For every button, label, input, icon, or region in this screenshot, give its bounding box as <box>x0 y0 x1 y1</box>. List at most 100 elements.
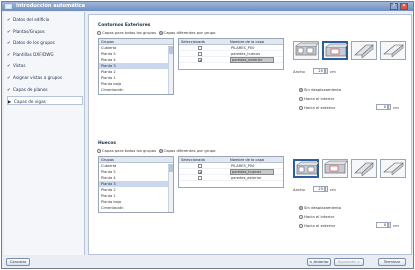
wall-with-openings-preview-icon[interactable] <box>293 41 319 60</box>
displacement-option-label: Hacia el exterior <box>304 105 336 110</box>
displacement-radio[interactable] <box>299 88 303 92</box>
cancel-button[interactable]: Cancelar <box>6 258 30 266</box>
displacement-radio[interactable] <box>299 224 303 228</box>
layer-select-checkbox[interactable]: ✔ <box>198 170 202 175</box>
sidebar-step-label: Capas de planos <box>13 86 48 92</box>
radio-diff-groups[interactable] <box>158 31 163 35</box>
scrollbar-thumb[interactable] <box>169 164 173 172</box>
sidebar-step-3[interactable]: ✔ Datos de los grupos <box>7 38 83 47</box>
layer-mode-radio-group: Capas para todos los grupos Capas difere… <box>97 148 215 154</box>
displacement-radio[interactable] <box>299 97 303 101</box>
next-button[interactable]: Siguiente > <box>334 258 364 266</box>
layer-select-checkbox[interactable] <box>198 52 202 56</box>
layer-select-checkbox[interactable] <box>198 46 202 50</box>
offset-input[interactable]: 0 <box>376 222 388 228</box>
layer-mode-radio-group: Capas para todos los grupos Capas difere… <box>97 30 215 36</box>
displacement-option[interactable]: Hacia el exterior <box>299 223 335 229</box>
width-input[interactable]: 25 <box>313 186 325 192</box>
back-button[interactable]: < Anterior <box>307 258 331 266</box>
displacement-option-label: Sin desplazamiento <box>304 205 342 210</box>
layer-select-checkbox[interactable] <box>198 164 202 168</box>
displacement-radio[interactable] <box>299 215 303 219</box>
section-title: Huecos <box>98 141 117 146</box>
sidebar-step-label: Plantas/Grupos <box>13 28 45 34</box>
displacement-option-label: Hacia el exterior <box>304 223 336 228</box>
width-unit: cm <box>330 187 336 192</box>
displacement-option[interactable]: Sin desplazamiento <box>299 205 341 211</box>
sidebar-step-label: Asignar vistas a grupos <box>13 75 63 80</box>
radio-diff-label: Capas diferentes por grupo <box>163 30 216 35</box>
width-label: Ancho <box>293 69 305 74</box>
window-title: Introducción automática <box>16 3 86 9</box>
group-list-item[interactable]: Cimentación <box>99 205 173 211</box>
layers-table: Seleccionada Nombre de la capa PILARES_P00… <box>178 38 284 70</box>
displacement-option[interactable]: Hacia el interior <box>299 96 334 102</box>
displacement-radio[interactable] <box>299 106 303 110</box>
radio-diff-groups[interactable] <box>158 149 163 153</box>
radio-all-groups[interactable] <box>97 149 101 153</box>
sidebar-step-label: Capas de vigas <box>14 99 46 105</box>
radio-all-label: Capas para todos los grupos <box>102 30 157 35</box>
displacement-option[interactable]: Hacia el interior <box>299 214 334 220</box>
app-icon <box>5 4 12 9</box>
sidebar-step-label: Plantillas DXF/DWG <box>13 51 54 57</box>
offset-spinner[interactable] <box>388 104 391 110</box>
layer-name: paredes_exterior <box>230 57 274 63</box>
displacement-option[interactable]: Hacia el exterior <box>299 105 335 111</box>
wall-offset-preview-icon[interactable] <box>380 159 406 178</box>
sidebar-step-7[interactable]: ✔ Capas de planos <box>7 85 83 94</box>
wall-offset-preview-icon[interactable] <box>380 41 406 60</box>
groups-list-scrollbar[interactable] <box>168 46 173 94</box>
layers-table: Seleccionada Nombre de la capa PILARES_P00… <box>178 156 284 188</box>
sidebar-step-5[interactable]: ✔ Vistas <box>7 61 83 70</box>
radio-all-label: Capas para todos los grupos <box>102 148 157 153</box>
section-title: Contornos Exteriores <box>98 23 151 28</box>
displacement-option[interactable]: Sin desplazamiento <box>299 87 341 93</box>
scrollbar-thumb[interactable] <box>169 46 173 54</box>
close-button[interactable]: ✕ <box>400 3 408 10</box>
sidebar-step-1[interactable]: ✔ Datos del edificio <box>7 15 83 24</box>
width-spinner[interactable] <box>325 186 328 192</box>
sidebar-step-label: Datos de los grupos <box>13 40 55 46</box>
sidebar-step-label: Datos del edificio <box>13 17 50 22</box>
displacement-option-label: Hacia el interior <box>304 214 335 219</box>
sidebar-step-2[interactable]: ✔ Plantas/Grupos <box>7 27 83 36</box>
radio-all-groups[interactable] <box>97 31 101 35</box>
wall-edge-preview-icon[interactable] <box>351 41 377 60</box>
layer-row[interactable]: paredes_exterior <box>179 175 283 181</box>
title-bar: Introducción automática ? ✕ <box>2 2 413 11</box>
groups-list[interactable]: Grupos Cubierta Planta 5 Planta 4 Planta 3 Pl… <box>98 38 174 95</box>
offset-spinner[interactable] <box>388 222 391 228</box>
opening-preview-icon[interactable] <box>322 159 348 178</box>
groups-list-scrollbar[interactable] <box>168 164 173 212</box>
wall-edge-preview-icon[interactable] <box>351 159 377 178</box>
layer-name: paredes_exterior <box>231 176 262 180</box>
width-input[interactable]: 25 <box>313 68 325 74</box>
group-list-item[interactable]: Cimentación <box>99 87 173 93</box>
width-label: Ancho <box>293 187 305 192</box>
groups-list[interactable]: Grupos Cubierta Planta 5 Planta 4 Planta 3 Pl… <box>98 156 174 213</box>
layer-row[interactable]: ✔ paredes_exterior <box>179 57 283 63</box>
offset-unit: cm <box>393 223 399 228</box>
wizard-steps-sidebar: ✔ Datos del edificio ✔ Plantas/Grupos ✔ Datos… <box>4 12 85 255</box>
wizard-content-panel: Contornos Exteriores Capas para todos los… <box>88 14 412 255</box>
width-unit: cm <box>330 69 336 74</box>
layer-select-checkbox[interactable] <box>198 176 202 180</box>
width-spinner[interactable] <box>325 68 328 74</box>
opening-preview-icon[interactable] <box>322 41 349 60</box>
radio-diff-label: Capas diferentes por grupo <box>163 148 216 153</box>
sidebar-step-6[interactable]: ✔ Asignar vistas a grupos <box>7 73 83 82</box>
wizard-window: Introducción automática ? ✕ ✔ Datos del e… <box>1 1 414 269</box>
sidebar-step-label: Vistas <box>13 63 26 69</box>
wall-with-openings-preview-icon[interactable] <box>293 159 320 178</box>
displacement-radio[interactable] <box>299 206 303 210</box>
layer-select-checkbox[interactable]: ✔ <box>198 58 202 63</box>
displacement-option-label: Sin desplazamiento <box>304 87 342 92</box>
sidebar-step-8[interactable]: ▶ Capas de vigas <box>7 96 83 106</box>
help-button[interactable]: ? <box>390 3 398 10</box>
offset-input[interactable]: 0 <box>376 104 388 110</box>
offset-unit: cm <box>393 105 399 110</box>
sidebar-step-4[interactable]: ✔ Plantillas DXF/DWG <box>7 50 83 59</box>
finish-button[interactable]: Terminar <box>378 258 406 266</box>
displacement-option-label: Hacia el interior <box>304 96 335 101</box>
